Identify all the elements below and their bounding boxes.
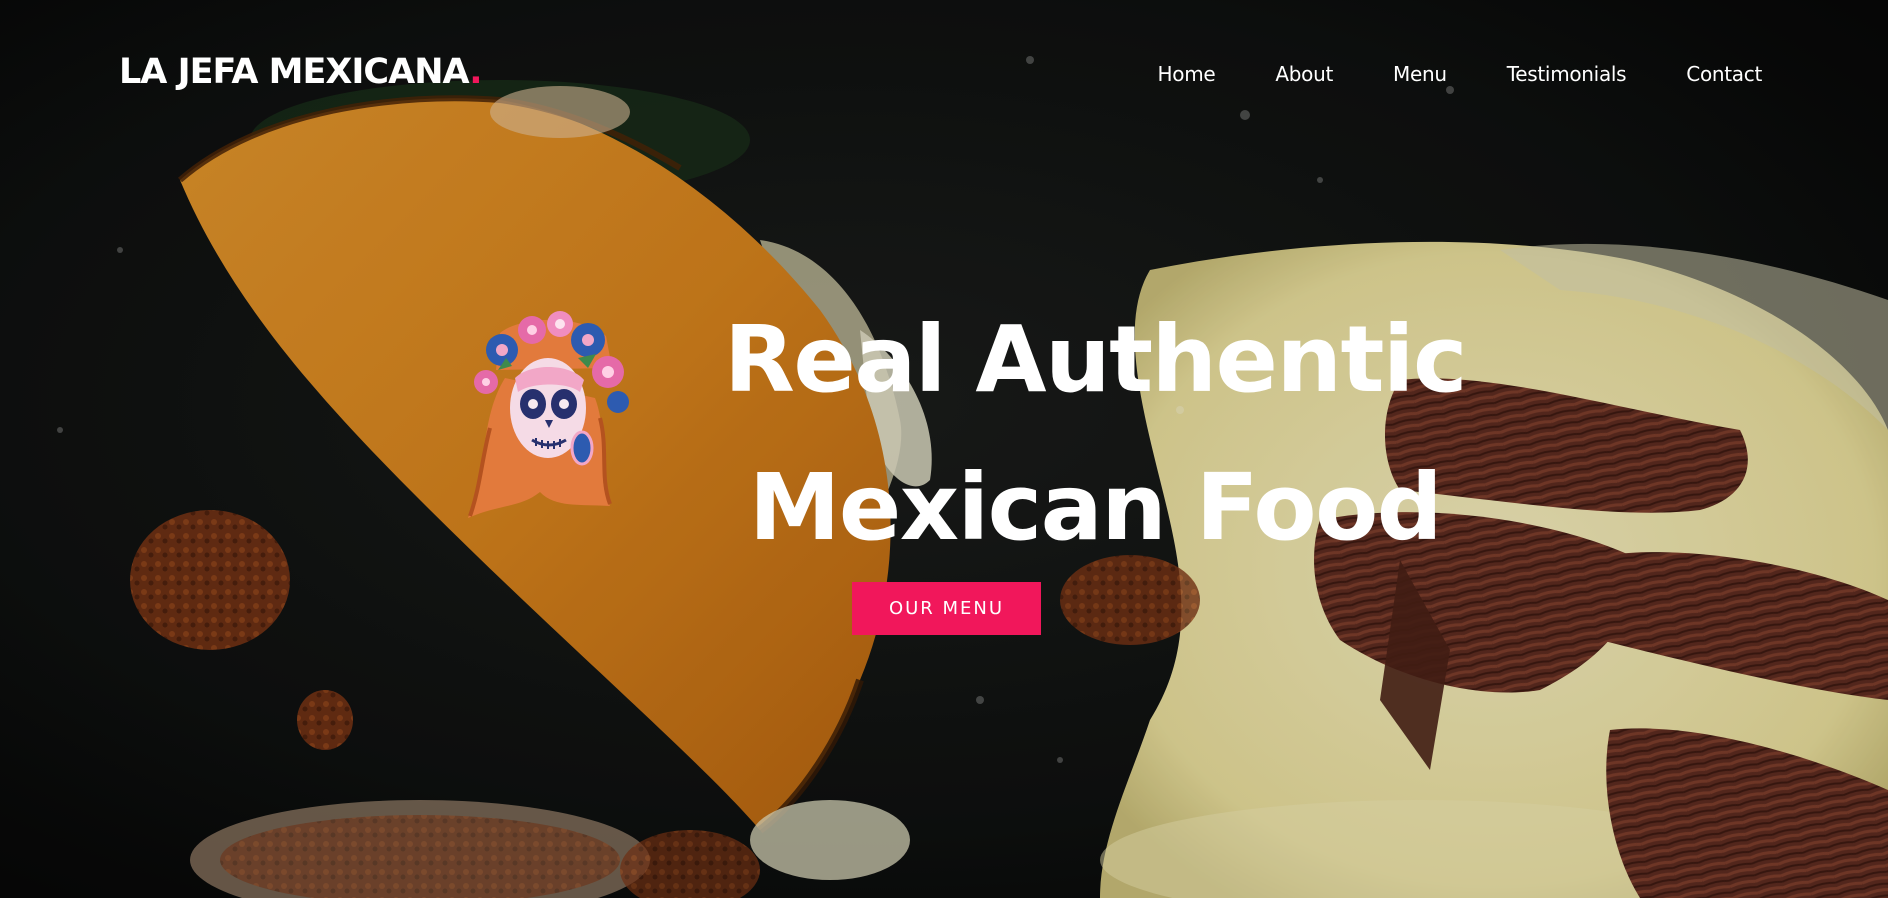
hero-title: Real Authentic Mexican Food [530, 286, 1660, 582]
nav-item-about: About [1275, 62, 1333, 86]
nav-item-home: Home [1158, 62, 1216, 86]
our-menu-button[interactable]: OUR MENU [852, 582, 1041, 635]
nav-menu: Home About Menu Testimonials Contact [1158, 62, 1763, 86]
nav-link-contact[interactable]: Contact [1686, 62, 1762, 86]
brand-logo[interactable]: LA JEFA MEXICANA. [119, 52, 483, 92]
hero-section: LA JEFA MEXICANA. Home About Menu Testim… [0, 0, 1888, 898]
hero-title-line-1: Real Authentic [724, 306, 1468, 413]
nav-link-menu[interactable]: Menu [1393, 62, 1447, 86]
top-navigation: LA JEFA MEXICANA. Home About Menu Testim… [0, 0, 1888, 150]
brand-name: LA JEFA MEXICANA [119, 52, 470, 92]
nav-link-home[interactable]: Home [1158, 62, 1216, 86]
hero-title-line-2: Mexican Food [748, 454, 1443, 561]
nav-item-testimonials: Testimonials [1507, 62, 1627, 86]
brand-dot: . [469, 52, 482, 92]
nav-link-about[interactable]: About [1275, 62, 1333, 86]
nav-item-contact: Contact [1686, 62, 1762, 86]
nav-item-menu: Menu [1393, 62, 1447, 86]
nav-link-testimonials[interactable]: Testimonials [1507, 62, 1627, 86]
